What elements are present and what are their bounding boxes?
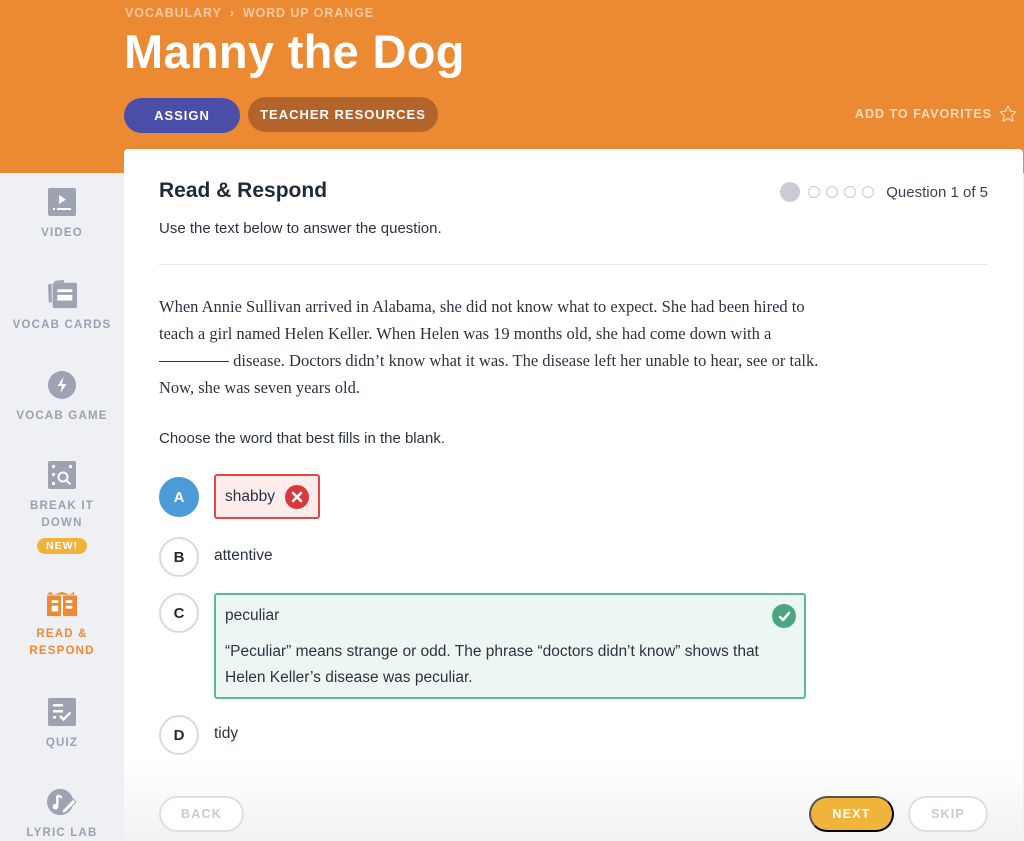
new-badge: NEW! (37, 538, 87, 554)
sidebar-label: BREAK IT DOWN (30, 498, 94, 532)
add-to-favorites-button[interactable]: ADD TO FAVORITES (855, 104, 1018, 124)
question-prompt: Choose the word that best fills in the b… (159, 430, 445, 447)
sidebar-label-line: READ & (36, 628, 88, 640)
sidebar: VIDEO VOCAB CARDS VOCAB GAME BREAK IT DOW… (0, 173, 124, 841)
skip-button[interactable]: SKIP (908, 796, 988, 832)
divider (159, 264, 988, 265)
back-button[interactable]: BACK (159, 796, 244, 832)
assign-button[interactable]: ASSIGN (124, 98, 240, 133)
passage-blank (159, 361, 229, 362)
passage-text: When Annie Sullivan arrived in Alabama, … (159, 297, 805, 343)
answer-option-c[interactable]: C peculiar “Peculiar” means strange or o… (159, 593, 806, 699)
option-text[interactable]: tidy (214, 725, 238, 743)
quiz-icon (47, 697, 77, 727)
section-title: Read & Respond (159, 179, 328, 202)
sidebar-item-vocab-game[interactable]: VOCAB GAME (0, 370, 124, 425)
progress-dot-current[interactable] (780, 182, 801, 202)
magnify-grid-icon (47, 460, 77, 490)
sidebar-item-vocab-cards[interactable]: VOCAB CARDS (0, 279, 124, 334)
next-button[interactable]: NEXT (809, 796, 894, 832)
teacher-resources-button[interactable]: TEACHER RESOURCES (248, 97, 438, 132)
sidebar-item-quiz[interactable]: QUIZ (0, 697, 124, 752)
add-to-favorites-label: ADD TO FAVORITES (854, 107, 992, 121)
option-letter[interactable]: C (159, 593, 199, 633)
video-icon (47, 187, 77, 217)
option-text: peculiar (225, 607, 280, 624)
correct-check-icon (772, 604, 796, 628)
option-letter[interactable]: D (159, 715, 199, 755)
question-counter: Question 1 of 5 (886, 183, 988, 201)
correct-answer-box[interactable]: peculiar “Peculiar” means strange or odd… (214, 593, 806, 699)
sidebar-label: VIDEO (41, 227, 83, 239)
sidebar-item-lyric-lab[interactable]: LYRIC LAB (0, 787, 124, 841)
lightning-icon (47, 370, 77, 400)
book-icon (47, 588, 77, 618)
sidebar-label-line: DOWN (41, 517, 83, 529)
progress-dot[interactable] (844, 186, 857, 198)
sidebar-label: READ & RESPOND (29, 626, 94, 660)
breadcrumb-separator-icon: › (229, 6, 235, 20)
page-header: VOCABULARY › WORD UP ORANGE Manny the Dog … (0, 0, 1024, 173)
progress-dot[interactable] (862, 186, 875, 198)
sidebar-label-line: RESPOND (29, 645, 95, 657)
reading-passage: When Annie Sullivan arrived in Alabama, … (159, 293, 839, 401)
music-pencil-icon (47, 787, 77, 817)
answer-option-b[interactable]: B attentive (159, 537, 273, 577)
wrong-answer-box[interactable]: shabby (214, 474, 320, 519)
answer-option-a[interactable]: A shabby (159, 474, 320, 519)
incorrect-x-icon (284, 484, 309, 509)
instructions: Use the text below to answer the questio… (159, 220, 442, 237)
question-card: Read & Respond Use the text below to ans… (124, 149, 1023, 841)
sidebar-label: VOCAB GAME (16, 410, 108, 422)
option-letter[interactable]: A (159, 477, 199, 517)
page-title: Manny the Dog (124, 25, 465, 78)
breadcrumb-word-up-orange[interactable]: WORD UP ORANGE (243, 6, 374, 20)
sidebar-label: VOCAB CARDS (12, 319, 112, 331)
option-letter[interactable]: B (159, 537, 199, 577)
cards-icon (47, 279, 77, 309)
sidebar-item-read-respond[interactable]: READ & RESPOND (0, 588, 124, 660)
option-text[interactable]: attentive (214, 547, 273, 565)
answer-option-d[interactable]: D tidy (159, 715, 238, 755)
sidebar-item-break-it-down[interactable]: BREAK IT DOWN NEW! (0, 460, 124, 554)
star-outline-icon (999, 105, 1017, 122)
passage-text: disease. Doctors didn’t know what it was… (159, 351, 819, 397)
breadcrumb: VOCABULARY › WORD UP ORANGE (125, 6, 374, 20)
progress-dot[interactable] (808, 186, 821, 198)
breadcrumb-vocabulary[interactable]: VOCABULARY (125, 6, 222, 20)
question-progress: Question 1 of 5 (780, 182, 988, 202)
sidebar-label-line: BREAK IT (30, 500, 94, 512)
option-text: shabby (225, 487, 275, 505)
sidebar-label: LYRIC LAB (26, 827, 98, 839)
answer-explanation: “Peculiar” means strange or odd. The phr… (225, 643, 759, 686)
sidebar-label: QUIZ (45, 737, 79, 749)
progress-dot[interactable] (826, 186, 839, 198)
sidebar-item-video[interactable]: VIDEO (0, 187, 124, 242)
